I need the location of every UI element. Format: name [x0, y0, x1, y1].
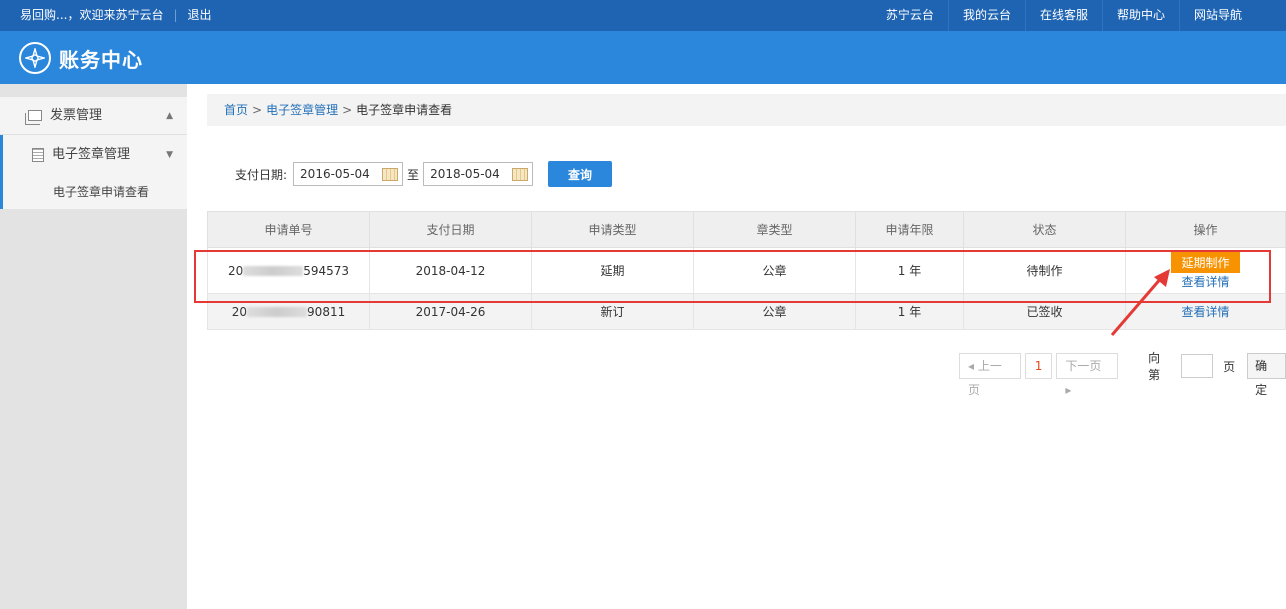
table-row: 20 594573 2018-04-12 延期 公章 1 年 待制作 延期制作 查…: [207, 247, 1286, 294]
years-cell: 1 年: [855, 247, 964, 294]
pagination: ◂ 上一页 1 下一页 ▸ 向第 页 确定: [959, 349, 1286, 397]
status-cell: 已签收: [963, 293, 1126, 330]
calendar-icon[interactable]: [512, 168, 529, 181]
invoice-icon: [25, 110, 42, 125]
action-cell: 查看详情: [1125, 293, 1286, 330]
redacted-mask: [243, 266, 304, 276]
sidebar: 发票管理 ▲ 电子签章管理 ▼ 电子签章申请查看: [0, 84, 187, 609]
apply-type-cell: 延期: [531, 247, 694, 294]
top-link-site-nav[interactable]: 网站导航: [1178, 0, 1256, 31]
col-seal-type: 章类型: [693, 211, 856, 248]
next-page-button[interactable]: 下一页 ▸: [1056, 353, 1119, 397]
col-years: 申请年限: [855, 211, 964, 248]
breadcrumb-e-seal[interactable]: 电子签章管理: [266, 103, 338, 117]
top-link-help-center[interactable]: 帮助中心: [1101, 0, 1179, 31]
col-apply-no: 申请单号: [207, 211, 370, 248]
caret-up-icon: ▲: [166, 110, 173, 121]
apply-no-cell: 20 594573: [207, 247, 370, 294]
sidebar-item-label: 电子签章管理: [52, 147, 131, 162]
welcome-text: 易回购...，欢迎来苏宁云台: [20, 8, 164, 22]
start-date-input[interactable]: 2016-05-04: [293, 162, 404, 186]
chevron-right-icon: ▸: [1065, 383, 1072, 397]
pay-date-cell: 2018-04-12: [369, 247, 532, 294]
goto-label: 向第: [1148, 351, 1161, 382]
extend-make-button[interactable]: 延期制作: [1171, 251, 1240, 273]
seal-icon: [32, 148, 44, 162]
view-detail-link[interactable]: 查看详情: [1126, 303, 1285, 320]
top-link-online-service[interactable]: 在线客服: [1024, 0, 1102, 31]
confirm-button[interactable]: 确定: [1247, 353, 1286, 397]
apply-type-cell: 新订: [531, 293, 694, 330]
to-label: 至: [407, 167, 420, 182]
app-title: 账务中心: [59, 47, 143, 72]
page-number-button[interactable]: 1: [1024, 353, 1053, 379]
logout-link[interactable]: 退出: [188, 0, 212, 31]
pay-date-label: 支付日期:: [235, 167, 288, 182]
top-link-suning-yuntai[interactable]: 苏宁云台: [872, 0, 948, 31]
breadcrumb-current: 电子签章申请查看: [356, 103, 453, 117]
action-cell: 延期制作 查看详情: [1125, 247, 1286, 294]
top-bar: 易回购...，欢迎来苏宁云台 | 退出 苏宁云台 我的云台 在线客服 帮助中心 …: [0, 0, 1286, 31]
query-button[interactable]: 查询: [548, 161, 613, 187]
col-status: 状态: [963, 211, 1126, 248]
sidebar-subitem-e-seal-apply-view[interactable]: 电子签章申请查看: [0, 175, 187, 209]
sidebar-item-e-seal[interactable]: 电子签章管理 ▼: [0, 135, 187, 175]
header: 账务中心: [0, 31, 1286, 84]
sidebar-item-label: 发票管理: [50, 107, 103, 123]
col-pay-date: 支付日期: [369, 211, 532, 248]
compass-logo-icon: [19, 42, 51, 74]
seal-type-cell: 公章: [693, 247, 856, 294]
breadcrumb-home[interactable]: 首页: [224, 103, 248, 117]
top-link-my-yuntai[interactable]: 我的云台: [947, 0, 1025, 31]
prev-page-button[interactable]: ◂ 上一页: [959, 353, 1021, 397]
chevron-left-icon: ◂: [968, 359, 975, 373]
table-row: 20 90811 2017-04-26 新订 公章 1 年 已签收 查看详情: [207, 293, 1286, 330]
goto-page-input[interactable]: [1181, 354, 1214, 378]
breadcrumb: 首页 > 电子签章管理 > 电子签章申请查看: [207, 94, 1286, 126]
filter-bar: 支付日期: 2016-05-04 至 2018-05-04 查询: [235, 161, 613, 187]
redacted-mask: [247, 307, 308, 317]
apply-no-cell: 20 90811: [207, 293, 370, 330]
page-unit-label: 页: [1223, 359, 1236, 374]
sidebar-item-invoice[interactable]: 发票管理 ▲: [0, 97, 187, 135]
pay-date-cell: 2017-04-26: [369, 293, 532, 330]
col-action: 操作: [1125, 211, 1286, 248]
years-cell: 1 年: [855, 293, 964, 330]
status-cell: 待制作: [963, 247, 1126, 294]
view-detail-link[interactable]: 查看详情: [1126, 273, 1285, 290]
caret-down-icon: ▼: [166, 150, 173, 160]
col-apply-type: 申请类型: [531, 211, 694, 248]
calendar-icon[interactable]: [382, 168, 399, 181]
seal-type-cell: 公章: [693, 293, 856, 330]
end-date-input[interactable]: 2018-05-04: [423, 162, 534, 186]
logo[interactable]: 账务中心: [19, 42, 143, 74]
application-table: 申请单号 支付日期 申请类型 章类型 申请年限 状态 操作 20 594573 2…: [207, 211, 1286, 330]
